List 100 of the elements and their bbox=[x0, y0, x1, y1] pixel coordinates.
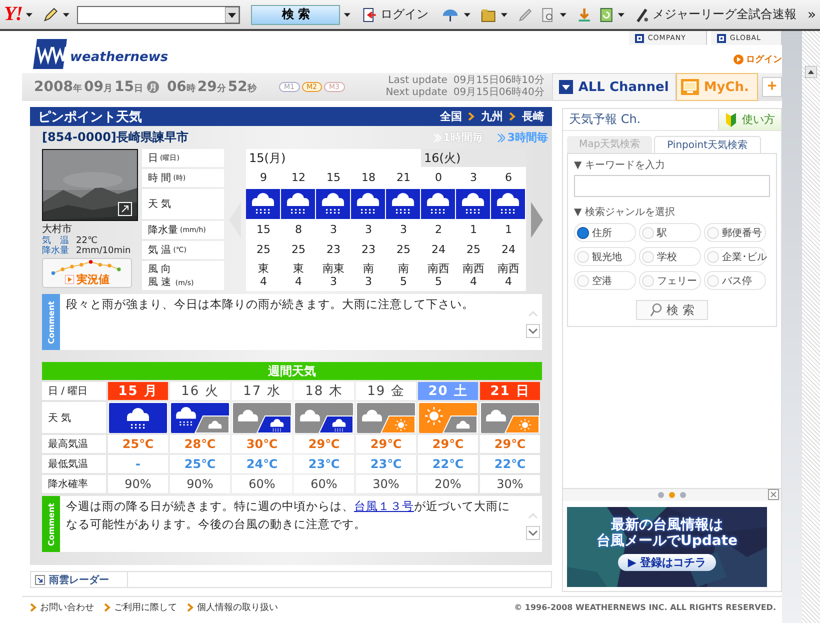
wind-cell-text: 南東 3 bbox=[322, 261, 346, 290]
wind-cell-text: 南西 4 bbox=[496, 261, 520, 290]
footer-link[interactable]: ご利用に際して bbox=[104, 600, 177, 614]
temperature-cell-text: 25 bbox=[256, 242, 272, 258]
wind-cell-text: 南西 5 bbox=[426, 261, 450, 290]
stat-value: 2mm/10min bbox=[76, 246, 131, 256]
breadcrumb-link[interactable]: 長崎 bbox=[522, 109, 544, 124]
wind-cell-text: 東 4 bbox=[257, 261, 270, 290]
rain-cloud-icon bbox=[386, 189, 421, 219]
hour-cell-text: 12 bbox=[290, 170, 306, 186]
banner-text: 最新の台風情報は bbox=[611, 517, 723, 533]
beginner-mark-icon bbox=[725, 112, 737, 126]
hour-cell-text: 0 bbox=[434, 170, 443, 186]
hour-cell-text: 3 bbox=[469, 170, 478, 186]
low-temperature: 23℃ bbox=[356, 455, 416, 473]
genre-option[interactable]: 郵便番号 bbox=[704, 223, 766, 242]
hour-cell-text: 6 bbox=[504, 170, 513, 186]
more-button[interactable]: » bbox=[807, 6, 816, 22]
hour-cell-text: 9 bbox=[259, 170, 268, 186]
genre-option[interactable]: 学校 bbox=[639, 247, 701, 266]
cloud-then-rain-cloud-icon bbox=[295, 402, 353, 432]
search-field[interactable] bbox=[77, 6, 240, 24]
high-temperature: 25℃ bbox=[108, 435, 168, 453]
down-chevron-icon[interactable] bbox=[526, 324, 540, 338]
rain-cloud-icon bbox=[351, 189, 386, 219]
tv-icon bbox=[680, 79, 699, 95]
arrow-box-icon bbox=[35, 574, 45, 584]
refresh-icon[interactable] bbox=[598, 6, 614, 24]
footer-link[interactable]: 個人情報の取り扱い bbox=[187, 600, 278, 614]
search-button[interactable]: 検 索 bbox=[251, 4, 340, 24]
genre-option[interactable]: 企業･ビル bbox=[704, 247, 766, 266]
help-button[interactable]: 使い方 bbox=[718, 109, 781, 130]
row-label: 降水確率 bbox=[42, 475, 106, 493]
high-temperature: 28℃ bbox=[170, 435, 230, 453]
high-temperature: 30℃ bbox=[232, 435, 292, 453]
search-button[interactable]: 検 索 bbox=[636, 300, 708, 320]
genre-option[interactable]: 空港 bbox=[574, 271, 636, 290]
low-temperature: - bbox=[108, 455, 168, 473]
temperature-cell-text: 23 bbox=[360, 242, 376, 258]
register-button[interactable]: ▶ 登録はコチラ bbox=[618, 554, 716, 571]
news-link[interactable]: メジャーリーグ全試合速報 bbox=[652, 6, 796, 23]
breadcrumb-link[interactable]: 九州 bbox=[481, 109, 503, 124]
radar-tab[interactable]: 雨雲レーダー bbox=[31, 572, 128, 587]
wind-cell-text: 南 5 bbox=[397, 261, 410, 290]
wind-cell-text: 南 3 bbox=[362, 261, 375, 290]
date-time: 2008年 09月 15 日 月 06時 29分 52秒 bbox=[34, 79, 258, 95]
toolbar-logo[interactable]: Y! bbox=[4, 3, 22, 26]
genre-option[interactable]: 観光地 bbox=[574, 247, 636, 266]
genre-option[interactable]: 駅 bbox=[639, 223, 701, 242]
precipitation-cell-text: 3 bbox=[399, 222, 408, 238]
chevron-icon bbox=[187, 602, 194, 612]
temperature-cell-text: 25 bbox=[466, 242, 482, 258]
chevron-icon bbox=[509, 112, 516, 121]
footer-link[interactable]: お問い合わせ bbox=[30, 600, 94, 614]
low-temperature: 24℃ bbox=[232, 455, 292, 473]
all-channel-tab[interactable]: ALL Channel bbox=[552, 73, 676, 101]
city-name: 大村市 bbox=[42, 222, 73, 236]
typhoon-banner[interactable]: 最新の台風情報は 台風メールでUpdate ▶ 登録はコチラ bbox=[567, 507, 767, 587]
precipitation-cell-text: 15 bbox=[256, 222, 272, 238]
breadcrumb-link[interactable]: 全国 bbox=[440, 109, 462, 124]
rain-chance: 60% bbox=[294, 475, 354, 493]
rain-chance: 90% bbox=[108, 475, 168, 493]
stat-value: 22℃ bbox=[76, 236, 98, 246]
chevron-icon bbox=[30, 602, 37, 612]
radio-button[interactable] bbox=[577, 226, 589, 238]
search-tab[interactable]: Pinpoint天気検索 bbox=[654, 136, 761, 153]
panel-title: 天気予報 Ch. bbox=[568, 111, 641, 128]
section-title: 週間天気 bbox=[268, 362, 316, 380]
down-chevron-icon[interactable] bbox=[526, 526, 540, 540]
genre-option[interactable]: 住所 bbox=[574, 223, 636, 242]
high-temperature: 29℃ bbox=[418, 435, 478, 453]
high-temperature: 29℃ bbox=[294, 435, 354, 453]
typhoon-link[interactable]: 台風１３号 bbox=[354, 499, 414, 513]
up-arrow-icon[interactable] bbox=[805, 66, 817, 78]
page-dot[interactable] bbox=[669, 492, 675, 498]
field-label: ▼ キーワードを入力 bbox=[574, 158, 666, 172]
genre-option[interactable]: バス停 bbox=[704, 271, 766, 290]
precipitation-cell-text: 1 bbox=[504, 222, 513, 238]
comment-tag: Comment bbox=[42, 496, 60, 552]
copyright: © 1996-2008 WEATHERNEWS INC. ALL RIGHTS RESERVED. bbox=[514, 602, 776, 612]
low-temperature: 22℃ bbox=[418, 455, 478, 473]
date-cell: 21 日 bbox=[480, 382, 540, 400]
search-icon bbox=[650, 303, 662, 317]
comment-tag: Comment bbox=[42, 294, 60, 350]
door-icon[interactable] bbox=[360, 6, 378, 24]
date-cell: 18 木 bbox=[294, 382, 354, 400]
high-temperature: 29℃ bbox=[480, 435, 540, 453]
genre-option[interactable]: フェリー bbox=[639, 271, 701, 290]
rain-chance: 90% bbox=[170, 475, 230, 493]
keyword-field[interactable] bbox=[574, 175, 770, 197]
login-link[interactable]: ログイン bbox=[380, 6, 428, 23]
rain-chance: 30% bbox=[356, 475, 416, 493]
page-dot[interactable] bbox=[658, 492, 664, 498]
pencil-icon[interactable] bbox=[42, 6, 59, 24]
page-dot[interactable] bbox=[680, 492, 686, 498]
row-label: 最高気温 bbox=[42, 435, 106, 453]
caret-icon[interactable] bbox=[225, 6, 240, 22]
wind-cell-text: 東 4 bbox=[292, 261, 305, 290]
precipitation-cell-text: 1 bbox=[469, 222, 478, 238]
rain-chance: 20% bbox=[418, 475, 478, 493]
